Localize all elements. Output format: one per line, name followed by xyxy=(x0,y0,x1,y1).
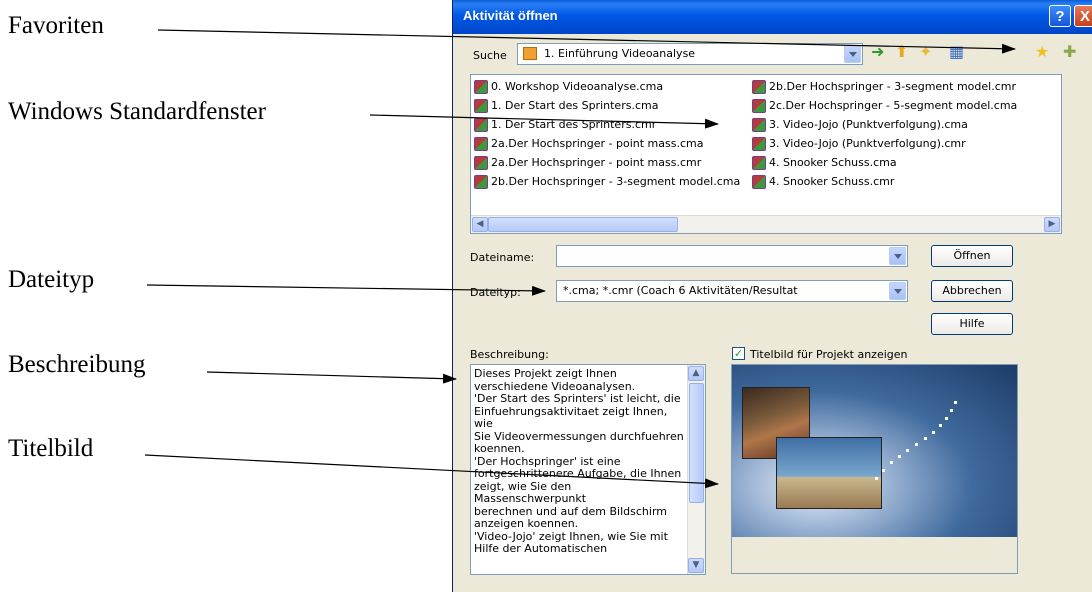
callout-beschreibung: Beschreibung xyxy=(8,351,146,378)
open-button[interactable]: Öffnen xyxy=(931,245,1013,267)
cancel-button[interactable]: Abbrechen xyxy=(931,280,1013,302)
coach-file-icon xyxy=(752,99,766,113)
filename-dropdown-button[interactable] xyxy=(889,247,906,265)
description-text: Dieses Projekt zeigt Ihnen verschiedene V… xyxy=(474,367,686,556)
vertical-scrollbar[interactable]: ▲ ▼ xyxy=(687,365,705,574)
look-in-value: 1. Einführung Videoanalyse xyxy=(544,47,696,60)
coach-file-icon xyxy=(752,80,766,94)
file-name: 2b.Der Hochspringer - 3-segment model.cm… xyxy=(491,175,741,188)
search-label: Suche xyxy=(473,49,507,62)
open-activity-dialog: Aktivität öffnen ? X Suche 1. Einführung… xyxy=(452,0,1092,592)
file-name: 2c.Der Hochspringer - 5-segment model.cm… xyxy=(769,99,1018,112)
coach-file-icon xyxy=(752,118,766,132)
arrow-beschreibung xyxy=(206,371,457,384)
description-line: anzeigen koennen. xyxy=(474,517,579,530)
close-button[interactable]: X xyxy=(1074,5,1092,27)
title-bar[interactable]: Aktivität öffnen ? X xyxy=(453,0,1092,34)
filetype-value: *.cma; *.cmr (Coach 6 Aktivitäten/Result… xyxy=(563,284,798,297)
look-in-dropdown-button[interactable] xyxy=(844,45,861,63)
scroll-left-icon[interactable]: ◀ xyxy=(472,217,488,232)
view-menu-icon[interactable]: ▦ xyxy=(949,44,964,60)
callout-windows-standardfenster: Windows Standardfenster xyxy=(8,98,266,125)
filetype-select[interactable]: *.cma; *.cmr (Coach 6 Aktivitäten/Result… xyxy=(556,280,908,302)
description-label: Beschreibung: xyxy=(470,348,549,361)
file-item[interactable]: 2c.Der Hochspringer - 5-segment model.cm… xyxy=(752,98,1017,114)
coach-file-icon xyxy=(474,137,488,151)
callout-titelbild: Titelbild xyxy=(8,435,94,462)
back-icon[interactable]: ➜ xyxy=(871,44,884,60)
file-item[interactable]: 2a.Der Hochspringer - point mass.cma xyxy=(474,136,703,152)
new-folder-icon[interactable]: ✦ xyxy=(919,44,932,60)
file-name: 4. Snooker Schuss.cmr xyxy=(769,175,895,188)
help-title-button[interactable]: ? xyxy=(1049,5,1071,27)
file-item[interactable]: 0. Workshop Videoanalyse.cma xyxy=(474,79,663,95)
coach-file-icon xyxy=(752,137,766,151)
file-name: 0. Workshop Videoanalyse.cma xyxy=(491,80,664,93)
description-line: 'Der Start des Sprinters' ist leicht, di… xyxy=(474,392,681,405)
show-title-image-checkbox[interactable]: ✓ xyxy=(732,347,745,360)
coach-file-icon xyxy=(474,80,488,94)
scroll-thumb[interactable] xyxy=(488,217,678,232)
coach-file-icon xyxy=(474,118,488,132)
filename-label: Dateiname: xyxy=(470,251,535,264)
callout-dateityp: Dateityp xyxy=(8,266,95,293)
file-name: 2b.Der Hochspringer - 3-segment model.cm… xyxy=(769,80,1017,93)
scroll-right-icon[interactable]: ▶ xyxy=(1044,217,1060,232)
description-line: Dieses Projekt zeigt Ihnen xyxy=(474,367,617,380)
file-item[interactable]: 4. Snooker Schuss.cma xyxy=(752,155,897,171)
coach-file-icon xyxy=(752,175,766,189)
filetype-label: Dateityp: xyxy=(470,286,521,299)
file-name: 2a.Der Hochspringer - point mass.cmr xyxy=(491,156,702,169)
filetype-dropdown-button[interactable] xyxy=(889,282,906,300)
show-title-image-label: Titelbild für Projekt anzeigen xyxy=(750,348,908,361)
description-line: fortgeschrittenere Aufgabe, die Ihnen xyxy=(474,467,682,480)
up-folder-icon[interactable]: ⬆ xyxy=(895,44,908,60)
look-in-combo[interactable]: 1. Einführung Videoanalyse xyxy=(517,43,863,65)
description-line: zeigt, wie Sie den Massenschwerpunkt xyxy=(474,479,587,505)
vertical-scroll-thumb[interactable] xyxy=(689,383,704,503)
favorites-icon[interactable]: ★ xyxy=(1035,44,1049,60)
title-image xyxy=(732,365,1017,537)
file-item[interactable]: 2a.Der Hochspringer - point mass.cmr xyxy=(474,155,701,171)
file-item[interactable]: 4. Snooker Schuss.cmr xyxy=(752,174,894,190)
file-list[interactable]: 0. Workshop Videoanalyse.cma 1. Der Start… xyxy=(470,74,1062,234)
file-name: 3. Video-Jojo (Punktverfolgung).cma xyxy=(769,118,968,131)
file-name: 3. Video-Jojo (Punktverfolgung).cmr xyxy=(769,137,966,150)
horizontal-scrollbar[interactable]: ◀ ▶ xyxy=(471,215,1061,233)
dialog-title: Aktivität öffnen xyxy=(463,8,558,23)
description-line: Hilfe der Automatischen xyxy=(474,542,608,555)
file-item[interactable]: 1. Der Start des Sprinters.cmr xyxy=(474,117,656,133)
file-name: 2a.Der Hochspringer - point mass.cma xyxy=(491,137,704,150)
file-item[interactable]: 2b.Der Hochspringer - 3-segment model.cm… xyxy=(474,174,740,190)
file-item[interactable]: 3. Video-Jojo (Punktverfolgung).cmr xyxy=(752,136,966,152)
description-line: Einfuehrungsaktivitaet zeigt Ihnen, wie xyxy=(474,404,668,430)
add-favorite-icon[interactable]: ✚ xyxy=(1063,44,1076,60)
file-name: 1. Der Start des Sprinters.cma xyxy=(491,99,659,112)
coach-file-icon xyxy=(474,175,488,189)
coach-file-icon xyxy=(474,99,488,113)
file-item[interactable]: 2b.Der Hochspringer - 3-segment model.cm… xyxy=(752,79,1016,95)
filename-input[interactable] xyxy=(556,245,908,267)
callout-favoriten: Favoriten xyxy=(8,12,104,39)
scroll-up-icon[interactable]: ▲ xyxy=(688,366,704,381)
folder-icon xyxy=(523,47,537,60)
scroll-down-icon[interactable]: ▼ xyxy=(688,558,704,573)
file-name: 1. Der Start des Sprinters.cmr xyxy=(491,118,657,131)
file-name: 4. Snooker Schuss.cma xyxy=(769,156,897,169)
title-image-preview xyxy=(731,364,1018,574)
coach-file-icon xyxy=(752,156,766,170)
coach-file-icon xyxy=(474,156,488,170)
file-item[interactable]: 3. Video-Jojo (Punktverfolgung).cma xyxy=(752,117,968,133)
high-jumper-photo xyxy=(776,437,882,509)
file-item[interactable]: 1. Der Start des Sprinters.cma xyxy=(474,98,658,114)
description-line: koennen. xyxy=(474,442,525,455)
description-box[interactable]: Dieses Projekt zeigt Ihnen verschiedene V… xyxy=(470,364,706,575)
help-button[interactable]: Hilfe xyxy=(931,313,1013,335)
